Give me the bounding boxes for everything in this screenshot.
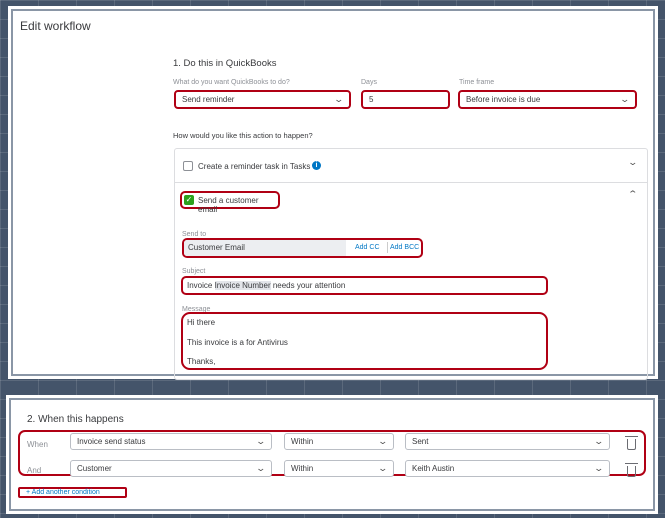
timeframe-value: Before invoice is due [466, 95, 541, 104]
days-input[interactable]: 5 [361, 90, 450, 109]
subject-token: Invoice Number [214, 281, 271, 290]
chevron-down-icon: ⌄ [377, 463, 389, 473]
checkmark-icon[interactable]: ✓ [184, 195, 194, 205]
message-textarea[interactable]: Hi there This invoice is a for Antivirus… [181, 312, 548, 370]
edit-workflow-panel: Edit workflow 1. Do this in QuickBooks W… [8, 6, 658, 380]
condition-prefix: When [27, 440, 48, 449]
timeframe-label: Time frame [459, 79, 495, 86]
add-bcc-link[interactable]: Add BCC [390, 244, 419, 251]
condition-operator-select[interactable]: Within ⌄ [284, 433, 394, 450]
message-line: This invoice is a for Antivirus [187, 337, 288, 347]
task-option-label: Create a reminder task in Tasks [198, 162, 311, 171]
value-value: Keith Austin [412, 464, 455, 473]
field-value: Invoice send status [77, 437, 146, 446]
chevron-down-icon[interactable]: ⌄ [627, 157, 638, 168]
task-option-row[interactable]: Create a reminder task in Tasks i ⌄ [175, 149, 647, 183]
operator-value: Within [291, 437, 314, 446]
chevron-up-icon[interactable]: ⌃ [627, 189, 638, 200]
field-value: Customer [77, 464, 112, 473]
action-label: What do you want QuickBooks to do? [173, 79, 290, 86]
condition-prefix: And [27, 466, 42, 475]
action-select[interactable]: Send reminder ⌄ [174, 90, 351, 109]
info-icon[interactable]: i [312, 161, 321, 170]
days-value: 5 [369, 95, 374, 104]
chevron-down-icon: ⌄ [619, 94, 631, 104]
condition-field-select[interactable]: Customer ⌄ [70, 460, 272, 477]
subject-prefix: Invoice [187, 281, 215, 290]
chevron-down-icon: ⌄ [377, 436, 389, 446]
action-value: Send reminder [182, 95, 235, 104]
add-cc-link[interactable]: Add CC [355, 244, 380, 251]
divider [387, 242, 388, 253]
subject-suffix: needs your attention [270, 281, 346, 290]
message-line: Thanks, [187, 357, 216, 367]
trash-icon[interactable] [625, 436, 638, 450]
trash-icon[interactable] [625, 463, 638, 477]
task-checkbox[interactable] [183, 161, 193, 171]
message-line: Hi there [187, 318, 216, 327]
subject-input[interactable]: Invoice Invoice Number needs your attent… [181, 276, 548, 295]
value-value: Sent [412, 437, 429, 446]
send-to-label: Send to [182, 231, 207, 238]
chevron-down-icon: ⌄ [593, 436, 605, 446]
days-label: Days [361, 79, 377, 86]
timeframe-select[interactable]: Before invoice is due ⌄ [458, 90, 637, 109]
section2-title: 2. When this happens [27, 414, 124, 425]
add-condition-link[interactable]: + Add another condition [18, 487, 127, 498]
chevron-down-icon: ⌄ [593, 463, 605, 473]
condition-operator-select[interactable]: Within ⌄ [284, 460, 394, 477]
condition-value-select[interactable]: Sent ⌄ [405, 433, 610, 450]
how-label: How would you like this action to happen… [173, 131, 313, 140]
condition-field-select[interactable]: Invoice send status ⌄ [70, 433, 272, 450]
condition-value-select[interactable]: Keith Austin ⌄ [405, 460, 610, 477]
action-options-card: Create a reminder task in Tasks i ⌄ ✓ Se… [174, 148, 648, 380]
send-to-value: Customer Email [184, 240, 346, 256]
send-to-field[interactable]: Customer Email Add CC Add BCC [182, 238, 423, 258]
page-title: Edit workflow [20, 19, 91, 33]
subject-label: Subject [182, 268, 206, 275]
chevron-down-icon: ⌄ [255, 436, 267, 446]
chevron-down-icon: ⌄ [255, 463, 267, 473]
operator-value: Within [291, 464, 314, 473]
chevron-down-icon: ⌄ [333, 94, 345, 104]
email-option-label: Send a customer email [198, 196, 259, 214]
conditions-panel: 2. When this happens When Invoice send s… [6, 395, 658, 514]
email-option-highlight[interactable]: ✓ Send a customer email [180, 191, 280, 214]
section1-title: 1. Do this in QuickBooks [173, 58, 277, 69]
